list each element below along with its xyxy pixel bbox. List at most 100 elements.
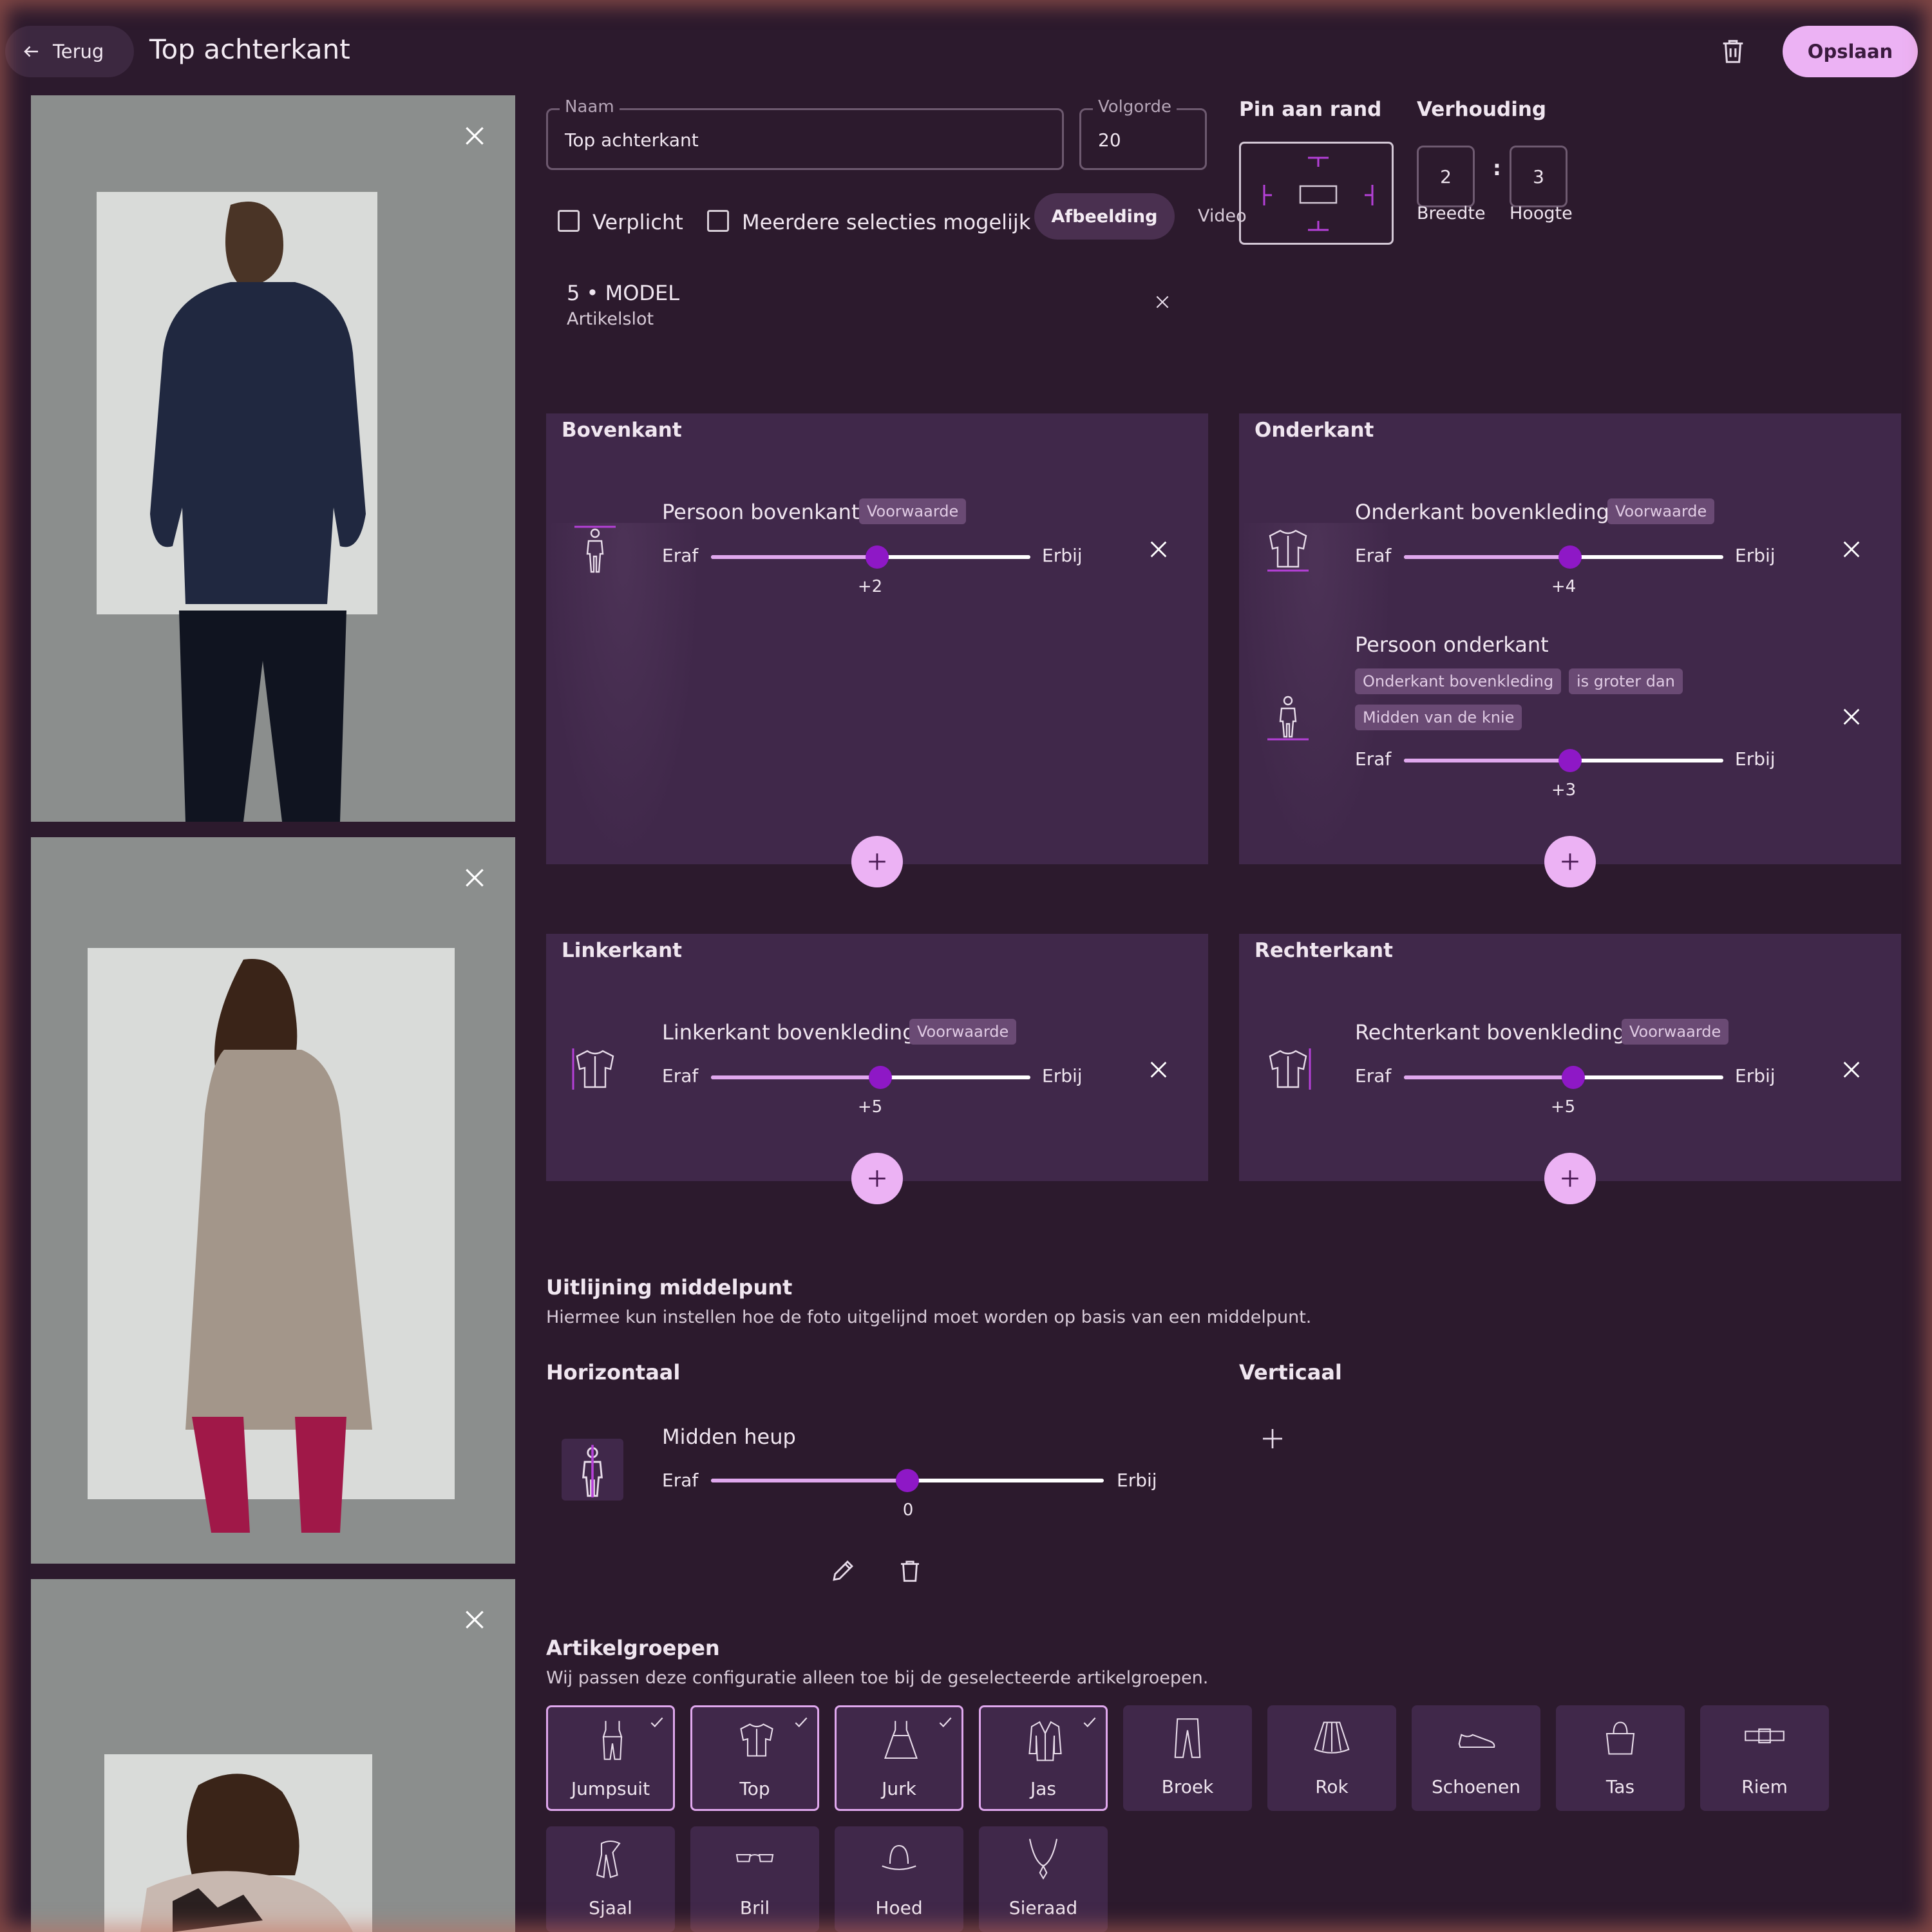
remove-rule-icon[interactable] [1841, 1059, 1862, 1081]
slider-thumb[interactable] [868, 1066, 892, 1089]
tab-image[interactable]: Afbeelding [1034, 193, 1175, 240]
category-bag[interactable]: Tas [1556, 1705, 1685, 1811]
slider-thumb[interactable] [1558, 749, 1582, 772]
trash-icon[interactable] [896, 1557, 923, 1584]
name-field-label: Naam [560, 97, 620, 117]
required-checkbox[interactable] [558, 210, 580, 232]
condition-badge[interactable]: Onderkant bovenkleding [1355, 668, 1562, 694]
panel-title: Rechterkant [1255, 939, 1393, 962]
slider-value: +4 [1551, 577, 1577, 596]
remove-rule-icon[interactable] [1148, 1059, 1170, 1081]
rule-name: Linkerkant bovenkleding [662, 1020, 916, 1045]
rule-name: Onderkant bovenkleding [1355, 500, 1609, 524]
pin-edge-selector[interactable] [1239, 142, 1394, 245]
slot-title: 5 • MODEL [567, 281, 680, 305]
category-glasses[interactable]: Bril [690, 1826, 819, 1932]
slider-track[interactable] [711, 545, 1030, 569]
name-field-value: Top achterkant [565, 129, 699, 151]
panel-title: Linkerkant [562, 939, 682, 962]
slider-track[interactable] [1404, 749, 1723, 772]
remove-rule-icon[interactable] [1841, 706, 1862, 728]
alignment-slider-track[interactable] [711, 1469, 1104, 1492]
add-rule-button[interactable] [851, 1153, 903, 1204]
condition-badge[interactable]: Voorwaarde [859, 498, 967, 524]
multi-select-checkbox[interactable] [707, 210, 729, 232]
photo-card-3[interactable] [31, 1579, 515, 1932]
close-icon[interactable] [462, 124, 487, 148]
belt-icon [1745, 1728, 1785, 1744]
category-hat[interactable]: Hoed [835, 1826, 963, 1932]
category-coat[interactable]: Jas [979, 1705, 1108, 1811]
ratio-height-label: Hoogte [1510, 204, 1573, 223]
category-belt[interactable]: Riem [1700, 1705, 1829, 1811]
check-icon [650, 1717, 663, 1728]
category-dress[interactable]: Jurk [835, 1705, 963, 1811]
panel-bottom-edge: Onderkant Onderkant bovenkleding Voorwaa… [1239, 413, 1901, 864]
trash-icon[interactable] [1718, 36, 1748, 66]
slider-track[interactable] [1404, 545, 1723, 569]
ratio-height-input[interactable]: 3 [1510, 146, 1567, 207]
panel-title: Onderkant [1255, 419, 1374, 442]
plus-icon [1562, 853, 1578, 870]
photo-card-2[interactable] [31, 837, 515, 1564]
category-label: Sjaal [589, 1897, 632, 1918]
category-shoes[interactable]: Schoenen [1412, 1705, 1540, 1811]
plus-icon [869, 853, 886, 870]
category-label: Sieraad [1009, 1897, 1078, 1918]
tab-video[interactable]: Video [1198, 206, 1247, 226]
condition-badge[interactable]: Midden van de knie [1355, 705, 1522, 730]
condition-badge[interactable]: Voorwaarde [1622, 1019, 1729, 1045]
slider-value: +2 [857, 577, 883, 596]
remove-slot-icon[interactable] [1154, 294, 1171, 310]
category-top[interactable]: Top [690, 1705, 819, 1811]
multi-select-label: Meerdere selecties mogelijk [742, 210, 1031, 234]
vertical-label: Verticaal [1239, 1360, 1342, 1385]
close-icon[interactable] [462, 1607, 487, 1632]
category-skirt[interactable]: Rok [1267, 1705, 1396, 1811]
name-field[interactable]: Naam Top achterkant [546, 97, 1064, 170]
category-label: Broek [1161, 1776, 1214, 1797]
slider-thumb[interactable] [896, 1469, 919, 1492]
add-rule-button[interactable] [851, 836, 903, 887]
slider-thumb[interactable] [1561, 1066, 1585, 1089]
remove-rule-icon[interactable] [1148, 538, 1170, 560]
save-button[interactable]: Opslaan [1783, 26, 1918, 77]
slider-track[interactable] [1404, 1066, 1723, 1089]
slider-max-label: Erbij [1117, 1470, 1157, 1491]
operator-badge[interactable]: is groter dan [1569, 668, 1683, 694]
close-icon[interactable] [462, 866, 487, 890]
slider-thumb[interactable] [865, 545, 889, 569]
rule-name: Rechterkant bovenkleding [1355, 1020, 1626, 1045]
hat-icon [882, 1844, 916, 1870]
pencil-icon[interactable] [829, 1557, 857, 1584]
ratio-width-label: Breedte [1417, 204, 1486, 223]
add-vertical-plus-icon[interactable] [1260, 1426, 1285, 1452]
slider-thumb[interactable] [1558, 545, 1582, 569]
condition-badge[interactable]: Voorwaarde [1607, 498, 1715, 524]
category-jewelry[interactable]: Sieraad [979, 1826, 1108, 1932]
order-field[interactable]: Volgorde 20 [1079, 97, 1207, 170]
remove-rule-icon[interactable] [1841, 538, 1862, 560]
slider-min-label: Eraf [1355, 1065, 1392, 1086]
category-pants[interactable]: Broek [1123, 1705, 1252, 1811]
person-hip-icon [582, 1444, 603, 1498]
category-label: Jurk [882, 1778, 916, 1799]
horizontal-label: Horizontaal [546, 1360, 681, 1385]
photo-card-1[interactable] [31, 95, 515, 822]
jumpsuit-icon [602, 1721, 623, 1760]
add-rule-button[interactable] [1544, 836, 1596, 887]
slider-max-label: Erbij [1735, 748, 1776, 770]
back-button[interactable]: Terug [5, 26, 134, 77]
add-rule-button[interactable] [1544, 1153, 1596, 1204]
condition-badge[interactable]: Voorwaarde [909, 1019, 1017, 1045]
plus-icon [1562, 1170, 1578, 1187]
category-jumpsuit[interactable]: Jumpsuit [546, 1705, 675, 1811]
ratio-width-input[interactable]: 2 [1417, 146, 1475, 207]
hip-icon-box [562, 1439, 623, 1501]
category-scarf[interactable]: Sjaal [546, 1826, 675, 1932]
category-label: Jumpsuit [571, 1778, 650, 1799]
rule-name: Persoon bovenkant [662, 500, 860, 524]
shirt-right-icon [1269, 1048, 1311, 1090]
slider-track[interactable] [711, 1066, 1030, 1089]
alignment-rule-name: Midden heup [662, 1425, 796, 1449]
